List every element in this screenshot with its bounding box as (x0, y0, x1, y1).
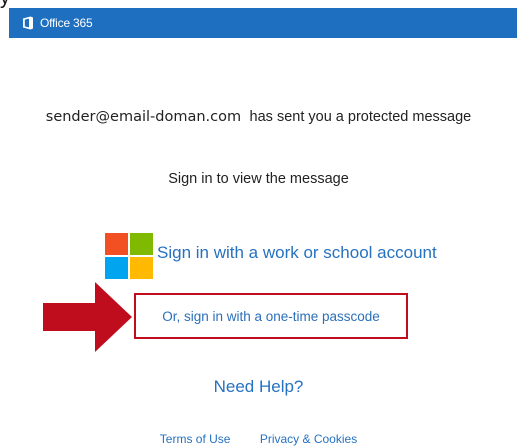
work-school-signin-link[interactable]: Sign in with a work or school account (157, 243, 437, 263)
page: y Office 365 sender@email-doman.com has … (0, 0, 517, 447)
microsoft-logo-icon[interactable] (105, 233, 153, 279)
signin-instruction: Sign in to view the message (168, 171, 349, 187)
sent-message-text: has sent you a protected message (249, 109, 472, 125)
logo-red-square (105, 233, 128, 255)
one-time-passcode-link[interactable]: Or, sign in with a one-time passcode (162, 309, 380, 324)
logo-yellow-square (130, 257, 153, 279)
brand-name: Office 365 (40, 16, 93, 30)
privacy-cookies-link[interactable]: Privacy & Cookies (260, 432, 357, 446)
red-arrow-icon (43, 282, 132, 352)
protected-message-notice: sender@email-doman.com has sent you a pr… (0, 108, 517, 126)
office-logo-icon (23, 16, 33, 30)
footer-links: Terms of Use Privacy & Cookies (0, 432, 517, 446)
office-header-bar: Office 365 (9, 8, 517, 38)
terms-of-use-link[interactable]: Terms of Use (160, 432, 231, 446)
cropped-text-strip: y (0, 0, 517, 8)
cropped-top-text: y (0, 0, 10, 8)
need-help-link[interactable]: Need Help? (0, 377, 517, 397)
logo-green-square (130, 233, 153, 255)
passcode-highlight-box: Or, sign in with a one-time passcode (134, 293, 408, 339)
logo-blue-square (105, 257, 128, 279)
sender-email: sender@email-doman.com (45, 109, 242, 125)
